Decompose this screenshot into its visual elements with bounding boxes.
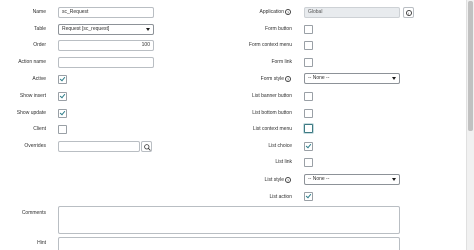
client-label: Client: [33, 126, 46, 132]
table-label: Table: [34, 26, 46, 32]
list-style-label: List style: [264, 177, 284, 183]
action-name-label: Action name: [18, 59, 46, 65]
application-input: Global: [304, 7, 400, 18]
form-context-menu-label: Form context menu: [248, 42, 292, 48]
active-checkbox[interactable]: [58, 75, 67, 84]
show-insert-checkbox[interactable]: [58, 92, 67, 101]
form-link-checkbox[interactable]: [304, 58, 313, 67]
form-button-label: Form button: [265, 26, 292, 32]
list-banner-button-checkbox[interactable]: [304, 92, 313, 101]
info-icon: i: [405, 9, 412, 16]
show-update-checkbox[interactable]: [58, 109, 67, 118]
form-context-menu-checkbox[interactable]: [304, 41, 313, 50]
help-icon[interactable]: ?: [285, 9, 291, 15]
checkmark-icon: [59, 109, 65, 116]
client-checkbox[interactable]: [58, 125, 67, 134]
hint-input[interactable]: [58, 237, 400, 250]
application-label: Application: [259, 9, 284, 15]
application-info-button[interactable]: i: [403, 7, 414, 18]
list-action-checkbox[interactable]: [304, 192, 313, 201]
list-bottom-button-label: List bottom button: [252, 110, 292, 116]
chevron-down-icon: [146, 28, 150, 31]
overrides-input[interactable]: [58, 141, 140, 152]
name-label: Name: [32, 9, 46, 15]
form-link-label: Form link: [271, 59, 292, 65]
form-button-checkbox[interactable]: [304, 25, 313, 34]
show-update-label: Show update: [16, 110, 46, 116]
help-icon[interactable]: ?: [285, 177, 291, 183]
form-style-select[interactable]: -- None --: [304, 73, 400, 84]
list-style-select-value: -- None --: [308, 176, 330, 182]
checkmark-icon: [305, 192, 311, 199]
list-choice-label: List choice: [268, 143, 292, 149]
list-context-menu-checkbox[interactable]: [304, 124, 313, 133]
overrides-label: Overrides: [24, 143, 46, 149]
scrollbar-thumb[interactable]: [468, 1, 473, 131]
overrides-lookup-button[interactable]: [141, 141, 152, 152]
list-style-select[interactable]: -- None --: [304, 174, 400, 185]
order-label: Order: [33, 42, 46, 48]
checkmark-icon: [59, 75, 65, 82]
list-link-label: List link: [275, 159, 292, 165]
vertical-scrollbar[interactable]: [466, 0, 474, 250]
form-style-select-value: -- None --: [308, 75, 330, 81]
comments-textarea[interactable]: [58, 206, 400, 234]
list-action-label: List action: [269, 194, 292, 200]
list-banner-button-label: List banner button: [251, 93, 292, 99]
list-choice-checkbox[interactable]: [304, 142, 313, 151]
comments-label: Comments: [21, 210, 46, 216]
order-input[interactable]: 100: [58, 40, 154, 51]
checkmark-icon: [305, 142, 311, 149]
hint-label: Hint: [37, 240, 46, 246]
form-style-label: Form style: [260, 76, 284, 82]
checkmark-icon: [59, 92, 65, 99]
help-icon[interactable]: ?: [285, 76, 291, 82]
list-bottom-button-checkbox[interactable]: [304, 109, 313, 118]
search-icon: [143, 143, 151, 151]
table-select-value: Request [sc_request]: [62, 26, 110, 32]
list-link-checkbox[interactable]: [304, 158, 313, 167]
list-context-menu-label: List context menu: [252, 126, 292, 132]
name-input[interactable]: sc_Request: [58, 7, 154, 18]
table-select[interactable]: Request [sc_request]: [58, 24, 154, 35]
active-label: Active: [32, 76, 46, 82]
chevron-down-icon: [392, 77, 396, 80]
show-insert-label: Show insert: [19, 93, 46, 99]
chevron-down-icon: [392, 178, 396, 181]
action-name-input[interactable]: [58, 57, 154, 68]
